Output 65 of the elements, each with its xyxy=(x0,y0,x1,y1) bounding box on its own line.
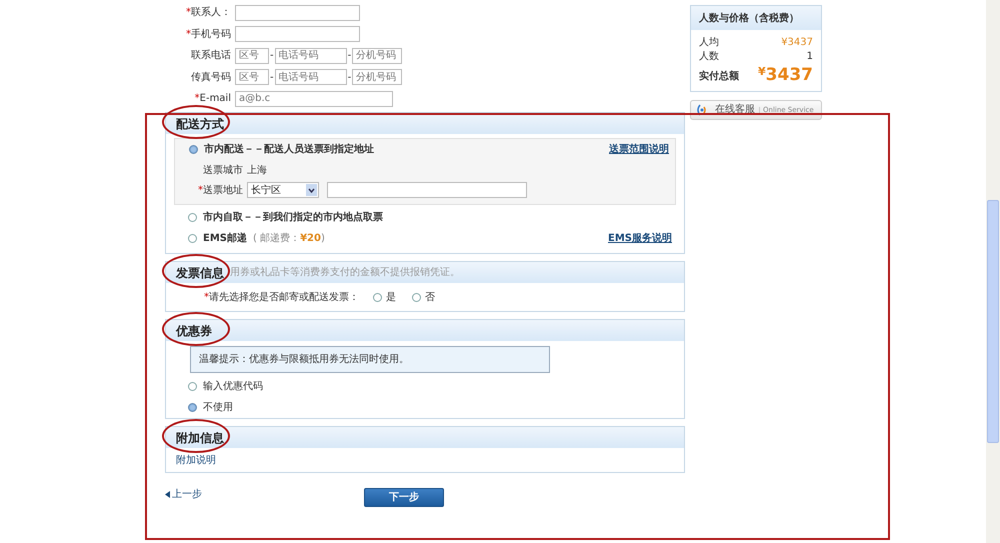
fee-note: ( 邮递费：¥20) xyxy=(252,232,325,246)
field-label: 送票地址 xyxy=(203,184,243,196)
radio-button[interactable] xyxy=(188,234,197,243)
required-mark: * xyxy=(194,93,200,104)
field-label: 联系人： xyxy=(191,7,231,18)
section-title: 配送方式 xyxy=(176,116,224,132)
city-value: 上海 xyxy=(247,164,267,178)
option-label: 市内自取－－到我们指定的市内地点取票 xyxy=(203,210,383,225)
input-field[interactable]: 电话号码 xyxy=(274,69,347,86)
radio-button[interactable] xyxy=(412,292,421,302)
info-link[interactable]: EMS服务说明 xyxy=(608,231,672,246)
field-label: 送票城市 xyxy=(203,164,243,176)
scrollbar[interactable] xyxy=(986,0,1000,543)
section-title: 发票信息 xyxy=(176,264,224,282)
prev-link[interactable]: 上一步 xyxy=(165,486,202,502)
info-link[interactable]: 送票范围说明 xyxy=(609,142,669,157)
option-label: 是 xyxy=(386,290,396,304)
next-button[interactable]: 下一步 xyxy=(364,488,444,506)
separator-text: - xyxy=(346,49,352,64)
price-value: ¥3437 xyxy=(781,36,813,50)
required-mark: * xyxy=(186,7,191,18)
radio-button[interactable] xyxy=(373,292,382,302)
input-field[interactable] xyxy=(235,4,360,21)
radio-button[interactable] xyxy=(189,145,198,154)
field-label: 联系电话 xyxy=(191,50,231,62)
tip-message: 温馨提示：优惠券与限额抵用券无法同时使用。 xyxy=(190,346,550,373)
input-field[interactable]: 区号 xyxy=(235,69,269,86)
input-field[interactable]: 分机号码 xyxy=(352,48,402,64)
separator-text: - xyxy=(346,70,352,85)
price-label: 人均 xyxy=(699,36,719,50)
price-value: 1 xyxy=(806,50,813,64)
input-field[interactable]: a@b.c xyxy=(235,90,393,107)
option-label: 否 xyxy=(425,290,435,304)
input-field[interactable]: 电话号码 xyxy=(274,48,347,64)
total-label: 实付总额 xyxy=(699,69,739,84)
field-label: 传真号码 xyxy=(191,72,231,83)
radio-button[interactable] xyxy=(188,382,197,391)
price-label: 人数 xyxy=(699,50,719,64)
separator-text: - xyxy=(269,70,275,85)
field-label: 手机号码 xyxy=(191,28,231,40)
required-mark: * xyxy=(186,28,191,40)
dropdown-icon xyxy=(306,184,317,196)
option-label: 市内配送－－配送人员送票到指定地址 xyxy=(204,142,374,157)
option-label: 不使用 xyxy=(203,401,233,415)
left-arrow-icon xyxy=(165,490,170,498)
total-amount: $^{¥}$3437 xyxy=(758,64,813,88)
panel-title: 人数与价格（含税费） xyxy=(691,6,821,30)
section-note: 用券或礼品卡等消费券支付的金额不提供报销凭证。 xyxy=(230,266,460,280)
option-label: EMS邮递 xyxy=(203,231,247,246)
scrollbar-thumb[interactable] xyxy=(987,200,999,443)
option-label: 输入优惠代码 xyxy=(203,380,263,394)
section-title: 附加信息 xyxy=(176,430,224,446)
extra-link[interactable]: 附加说明 xyxy=(176,452,216,468)
input-field[interactable] xyxy=(235,26,360,42)
question-text: *请先选择您是否邮寄或配送发票： xyxy=(204,290,359,304)
radio-button[interactable] xyxy=(188,213,197,222)
input-field[interactable]: 分机号码 xyxy=(352,69,402,86)
district-select[interactable]: 长宁区 xyxy=(247,182,319,198)
section-title: 优惠券 xyxy=(176,322,212,340)
radio-button[interactable] xyxy=(188,403,197,412)
input-field[interactable]: 区号 xyxy=(235,48,269,64)
field-label: E-mail xyxy=(200,93,231,104)
input-field[interactable] xyxy=(327,182,527,198)
separator-text: - xyxy=(269,49,275,64)
required-mark: * xyxy=(198,184,203,196)
